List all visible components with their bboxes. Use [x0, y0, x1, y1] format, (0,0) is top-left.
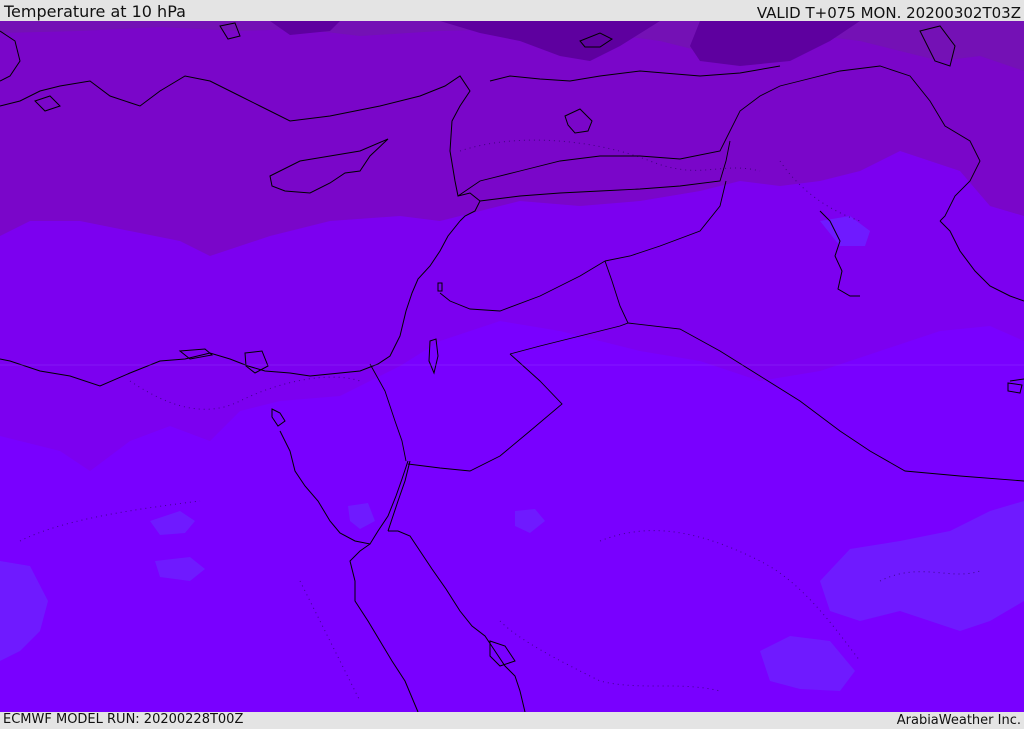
footer-bar: ECMWF MODEL RUN: 20200228T00Z ArabiaWeat…: [0, 712, 1024, 729]
map-title: Temperature at 10 hPa: [4, 2, 186, 21]
model-run-label: ECMWF MODEL RUN: 20200228T00Z: [3, 712, 244, 727]
valid-time-label: VALID T+075 MON. 20200302T03Z: [756, 4, 1021, 22]
header-bar: Temperature at 10 hPa VALID T+075 MON. 2…: [0, 0, 1024, 22]
map-svg: [0, 21, 1024, 712]
credit-label: ArabiaWeather Inc.: [896, 713, 1021, 728]
map-canvas[interactable]: [0, 21, 1024, 712]
